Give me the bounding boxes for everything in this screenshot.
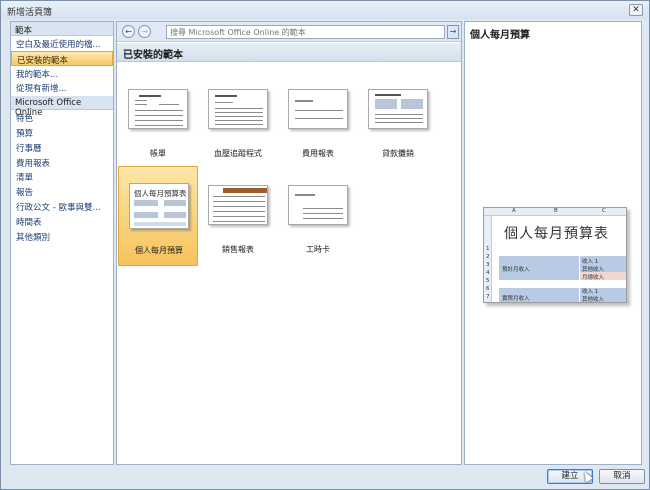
new-workbook-dialog: 新增活頁簿 ✕ 範本 空白及最近使用的檔... 已安裝的範本 我的範本... 從… xyxy=(0,0,650,490)
row-label-6: 6 xyxy=(486,286,490,292)
template-tile-expense-report[interactable]: 費用報表 xyxy=(278,70,358,170)
template-label-expense-report: 費用報表 xyxy=(302,149,334,158)
preview-panel: 個人每月預算 A B C 1 2 3 4 5 6 7 個人每月預算表 預計月收入 xyxy=(464,21,642,465)
sidebar-item-featured[interactable]: 特色 xyxy=(11,110,113,125)
sidebar-item-blank-recent[interactable]: 空白及最近使用的檔... xyxy=(11,36,113,51)
template-label-invoice: 帳單 xyxy=(150,149,166,158)
cell-other-income: 其他收入 xyxy=(582,267,605,273)
cancel-button[interactable]: 取消 xyxy=(599,469,645,484)
template-thumbnail-sales-report xyxy=(208,185,268,225)
sidebar-item-new-from-existing[interactable]: 從現有新增... xyxy=(11,80,113,95)
sidebar-item-timesheets[interactable]: 時間表 xyxy=(11,214,113,229)
sheet-title: 個人每月預算表 xyxy=(504,226,609,242)
template-thumbnail-invoice xyxy=(128,89,188,129)
window-title: 新增活頁簿 xyxy=(7,8,53,18)
sheet-column-headers: A B C xyxy=(484,208,626,216)
template-label-personal-monthly-budget: 個人每月預算 xyxy=(135,246,183,255)
template-label-sales-report: 銷售報表 xyxy=(222,245,254,254)
col-label-c: C xyxy=(602,208,606,214)
row-label-3: 3 xyxy=(486,262,490,268)
sidebar-item-expense-reports[interactable]: 費用報表 xyxy=(11,155,113,170)
cell-projected-income: 預計月收入 xyxy=(502,267,530,273)
template-tile-invoice[interactable]: 帳單 xyxy=(118,70,198,170)
col-label-a: A xyxy=(512,208,516,214)
sidebar-item-more-categories[interactable]: 其他類別 xyxy=(11,229,113,244)
preview-title: 個人每月預算 xyxy=(470,30,530,41)
template-thumbnail-loan-amortization xyxy=(368,89,428,129)
sidebar-item-calendars[interactable]: 行事曆 xyxy=(11,140,113,155)
thumb-budget-title: 個人每月預算表 xyxy=(134,189,187,198)
template-label-time-card: 工時卡 xyxy=(306,245,330,254)
cell-monthly-total: 月總收入 xyxy=(582,275,605,281)
template-thumbnail-personal-monthly-budget: 個人每月預算表 xyxy=(129,183,189,229)
template-tile-personal-monthly-budget[interactable]: 個人每月預算表 個人每月預算 xyxy=(118,166,198,266)
cell-income1-b: 收入 1 xyxy=(582,289,599,295)
preview-sheet: A B C 1 2 3 4 5 6 7 個人每月預算表 預計月收入 收入 1 其… xyxy=(483,207,627,303)
cell-actual-income: 實際月收入 xyxy=(502,296,530,302)
search-input[interactable] xyxy=(166,25,445,39)
template-thumbnail-blood-pressure xyxy=(208,89,268,129)
cell-income1: 收入 1 xyxy=(582,259,599,265)
navigation-bar: ← → → xyxy=(117,22,461,42)
template-tile-time-card[interactable]: 工時卡 xyxy=(278,166,358,266)
template-sidebar: 範本 空白及最近使用的檔... 已安裝的範本 我的範本... 從現有新增... … xyxy=(10,21,114,465)
sidebar-item-my-templates[interactable]: 我的範本... xyxy=(11,66,113,81)
back-button[interactable]: ← xyxy=(122,25,135,38)
sidebar-item-lists[interactable]: 清單 xyxy=(11,169,113,184)
forward-button[interactable]: → xyxy=(138,25,151,38)
col-label-b: B xyxy=(554,208,558,214)
search-go-button[interactable]: → xyxy=(447,25,459,39)
template-tile-sales-report[interactable]: 銷售報表 xyxy=(198,166,278,266)
sidebar-item-budgets[interactable]: 預算 xyxy=(11,125,113,140)
template-tile-loan-amortization[interactable]: 貸款攤銷 xyxy=(358,70,438,170)
template-label-blood-pressure: 血壓追蹤程式 xyxy=(214,149,262,158)
template-label-loan-amortization: 貸款攤銷 xyxy=(382,149,414,158)
template-thumbnail-expense-report xyxy=(288,89,348,129)
row-label-7: 7 xyxy=(486,294,490,300)
template-thumbnail-time-card xyxy=(288,185,348,225)
sidebar-item-reports[interactable]: 報告 xyxy=(11,184,113,199)
title-bar: 新增活頁簿 ✕ xyxy=(1,1,649,19)
template-gallery: ← → → 已安裝的範本 帳單 xyxy=(116,21,462,465)
sidebar-item-administrative[interactable]: 行政公文 - 歐事與雙... xyxy=(11,199,113,214)
template-tile-blood-pressure[interactable]: 血壓追蹤程式 xyxy=(198,70,278,170)
row-label-1: 1 xyxy=(486,246,490,252)
cell-other-income-b: 其他收入 xyxy=(582,297,605,303)
row-label-2: 2 xyxy=(486,254,490,260)
sidebar-item-installed-templates[interactable]: 已安裝的範本 xyxy=(11,50,113,66)
sidebar-header-office-online: Microsoft Office Online xyxy=(11,96,113,118)
row-label-4: 4 xyxy=(486,270,490,276)
section-title: 已安裝的範本 xyxy=(117,43,461,62)
sidebar-header-templates: 範本 xyxy=(11,22,113,36)
row-label-5: 5 xyxy=(486,278,490,284)
close-button[interactable]: ✕ xyxy=(629,4,643,16)
sheet-row-headers: 1 2 3 4 5 6 7 xyxy=(484,216,492,302)
